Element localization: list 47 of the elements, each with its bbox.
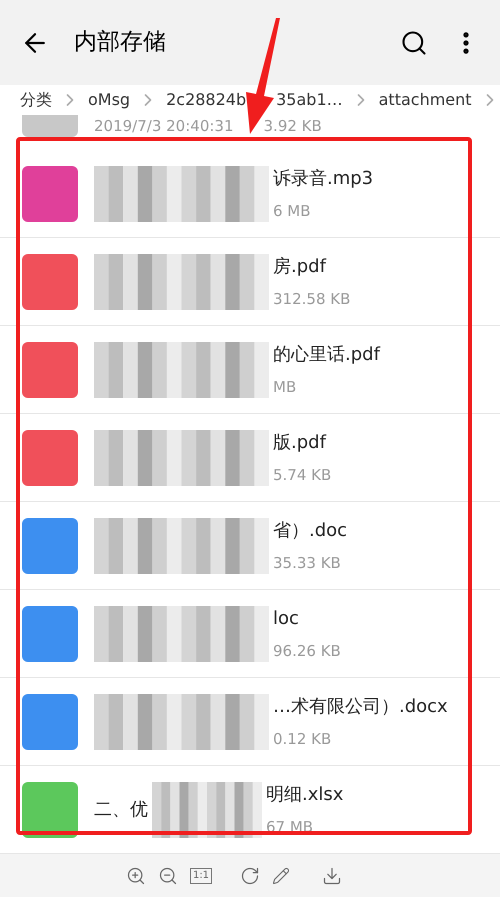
file-row[interactable]: loc 96.26 KB xyxy=(0,590,500,678)
file-name: 省）.doc xyxy=(273,518,348,543)
edit-icon[interactable] xyxy=(272,867,290,885)
file-icon xyxy=(22,254,78,310)
file-icon xyxy=(22,782,78,838)
file-icon xyxy=(22,694,78,750)
file-name: 的心里话.pdf xyxy=(273,342,380,367)
file-name: 明细.xlsx xyxy=(266,782,344,807)
file-icon xyxy=(22,518,78,574)
file-meta: 5.74 KB xyxy=(273,464,332,486)
file-name: 版.pdf xyxy=(273,430,328,455)
breadcrumb-item[interactable]: 2c28824b xyxy=(166,88,246,112)
file-row[interactable]: 诉录音.mp3 6 MB xyxy=(0,150,500,238)
file-meta: 2019/7/3 20:40:31 xyxy=(94,116,234,137)
download-icon[interactable] xyxy=(322,866,342,886)
file-name-fragment: 二、优 xyxy=(94,798,149,822)
file-name: 房.pdf xyxy=(273,254,328,279)
file-row[interactable]: …术有限公司）.docx 0.12 KB xyxy=(0,678,500,766)
breadcrumb-item[interactable]: attachment xyxy=(378,88,472,112)
file-meta: MB xyxy=(273,376,298,398)
file-icon xyxy=(22,115,78,137)
file-row[interactable]: 版.pdf 5.74 KB xyxy=(0,414,500,502)
zoom-in-icon[interactable] xyxy=(126,866,146,886)
file-name: …术有限公司）.docx xyxy=(273,694,448,719)
file-meta: 6 MB xyxy=(273,200,312,222)
actual-size-button[interactable]: 1:1 xyxy=(190,868,212,884)
file-meta: 35.33 KB xyxy=(273,552,342,574)
page-title: 内部存储 xyxy=(74,28,167,58)
file-meta: 312.58 KB xyxy=(273,288,350,310)
file-row[interactable]: 省）.doc 35.33 KB xyxy=(0,502,500,590)
file-meta: 96.26 KB xyxy=(273,640,341,662)
file-meta: 3.92 KB xyxy=(264,116,322,137)
file-icon xyxy=(22,430,78,486)
rotate-icon[interactable] xyxy=(240,866,260,886)
file-name: 诉录音.mp3 xyxy=(273,166,374,191)
file-row[interactable]: 的心里话.pdf MB xyxy=(0,326,500,414)
breadcrumb-item[interactable]: 分类 xyxy=(20,88,52,112)
search-icon[interactable] xyxy=(400,28,428,56)
file-name: loc xyxy=(273,606,300,631)
file-meta: 0.12 KB xyxy=(273,728,332,750)
file-icon xyxy=(22,606,78,662)
file-row[interactable]: 房.pdf 312.58 KB xyxy=(0,238,500,326)
breadcrumb-item[interactable]: 35ab1… xyxy=(276,88,343,112)
breadcrumb-item[interactable]: oMsg xyxy=(88,88,130,112)
file-icon xyxy=(22,342,78,398)
zoom-out-icon[interactable] xyxy=(158,866,178,886)
file-icon xyxy=(22,166,78,222)
